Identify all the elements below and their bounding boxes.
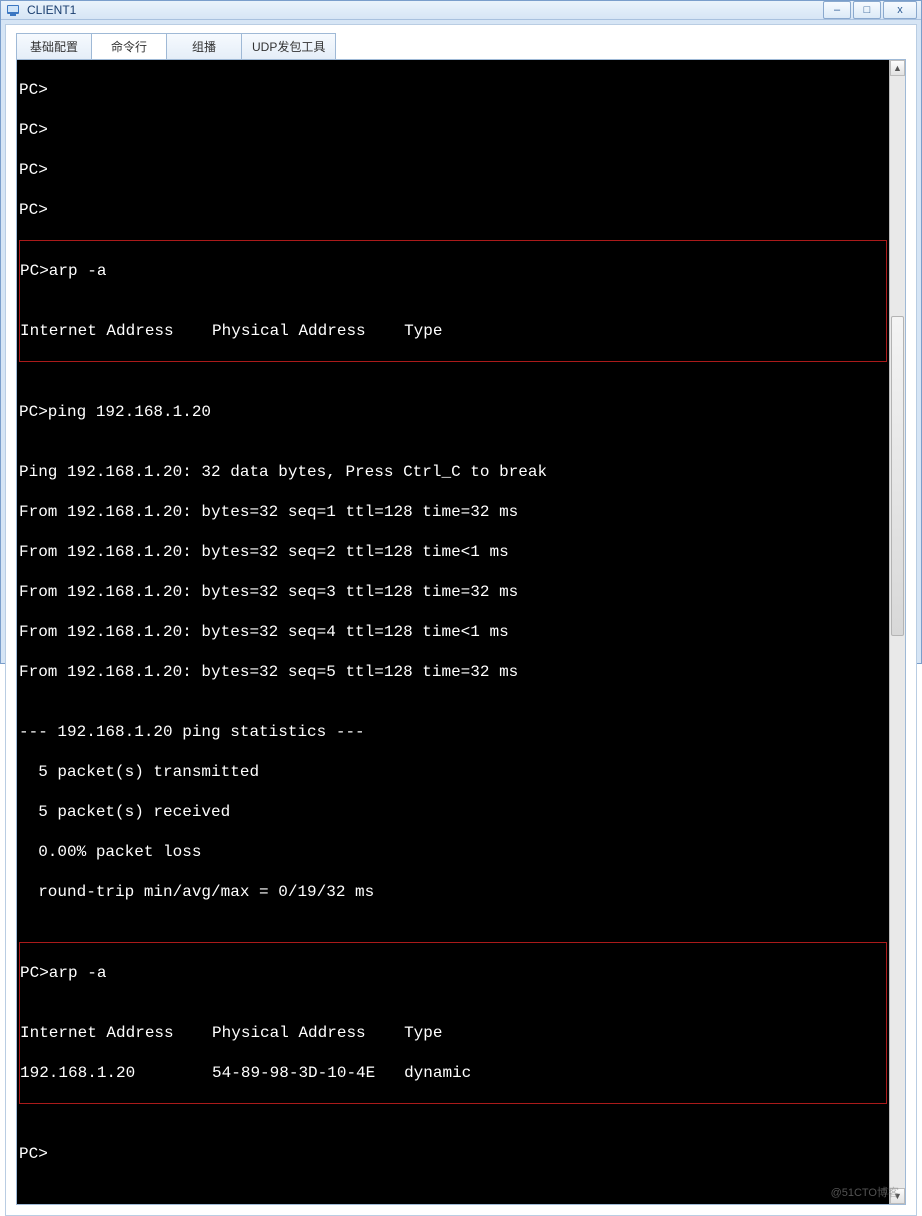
terminal-line: 192.168.1.20 54-89-98-3D-10-4E dynamic: [20, 1063, 886, 1083]
tab-label: 基础配置: [30, 38, 78, 55]
close-button[interactable]: x: [883, 1, 917, 19]
app-window: CLIENT1 – □ x 基础配置 命令行 组播 UDP发包工具 PC> PC…: [0, 0, 922, 664]
terminal-line: 5 packet(s) transmitted: [19, 762, 887, 782]
terminal-line: Internet Address Physical Address Type: [20, 321, 886, 341]
scroll-up-button[interactable]: ▲: [890, 60, 905, 76]
terminal-line: round-trip min/avg/max = 0/19/32 ms: [19, 882, 887, 902]
terminal-line: From 192.168.1.20: bytes=32 seq=4 ttl=12…: [19, 622, 887, 642]
content-area: 基础配置 命令行 组播 UDP发包工具 PC> PC> PC> PC> PC>a…: [5, 24, 917, 1216]
terminal-line: PC>: [19, 160, 887, 180]
terminal-line: PC>: [19, 200, 887, 220]
maximize-icon: □: [864, 4, 871, 16]
tab-label: 命令行: [111, 38, 147, 55]
chevron-up-icon: ▲: [893, 63, 902, 73]
terminal[interactable]: PC> PC> PC> PC> PC>arp -a Internet Addre…: [17, 60, 889, 1204]
terminal-line: --- 192.168.1.20 ping statistics ---: [19, 722, 887, 742]
tab-label: UDP发包工具: [252, 38, 325, 55]
close-icon: x: [897, 4, 903, 16]
terminal-line: 0.00% packet loss: [19, 842, 887, 862]
scroll-thumb[interactable]: [891, 316, 904, 636]
maximize-button[interactable]: □: [853, 1, 881, 19]
terminal-line: PC>: [19, 120, 887, 140]
arp-output-box-2: PC>arp -a Internet Address Physical Addr…: [19, 942, 887, 1104]
terminal-line: 5 packet(s) received: [19, 802, 887, 822]
terminal-line: PC>: [19, 80, 887, 100]
terminal-line: From 192.168.1.20: bytes=32 seq=5 ttl=12…: [19, 662, 887, 682]
window-title: CLIENT1: [27, 3, 823, 17]
terminal-line: PC>arp -a: [20, 261, 886, 281]
terminal-line: From 192.168.1.20: bytes=32 seq=2 ttl=12…: [19, 542, 887, 562]
tab-basic-config[interactable]: 基础配置: [16, 33, 92, 59]
arp-output-box-1: PC>arp -a Internet Address Physical Addr…: [19, 240, 887, 362]
scroll-track[interactable]: [890, 76, 905, 1188]
scrollbar[interactable]: ▲ ▼: [889, 60, 905, 1204]
terminal-line: Internet Address Physical Address Type: [20, 1023, 886, 1043]
minimize-icon: –: [834, 4, 840, 16]
tab-multicast[interactable]: 组播: [166, 33, 242, 59]
terminal-line: From 192.168.1.20: bytes=32 seq=1 ttl=12…: [19, 502, 887, 522]
titlebar[interactable]: CLIENT1 – □ x: [1, 1, 921, 20]
tab-label: 组播: [192, 38, 216, 55]
terminal-line: PC>ping 192.168.1.20: [19, 402, 887, 422]
window-controls: – □ x: [823, 1, 917, 19]
terminal-line: Ping 192.168.1.20: 32 data bytes, Press …: [19, 462, 887, 482]
tab-cli[interactable]: 命令行: [91, 33, 167, 59]
minimize-button[interactable]: –: [823, 1, 851, 19]
terminal-line: PC>arp -a: [20, 963, 886, 983]
app-icon: [5, 2, 21, 18]
terminal-line: From 192.168.1.20: bytes=32 seq=3 ttl=12…: [19, 582, 887, 602]
watermark: @51CTO博客: [831, 1184, 899, 1200]
terminal-panel: PC> PC> PC> PC> PC>arp -a Internet Addre…: [16, 59, 906, 1205]
tab-udp-tool[interactable]: UDP发包工具: [241, 33, 336, 59]
tab-bar: 基础配置 命令行 组播 UDP发包工具: [16, 33, 906, 59]
terminal-line: PC>: [19, 1144, 887, 1164]
